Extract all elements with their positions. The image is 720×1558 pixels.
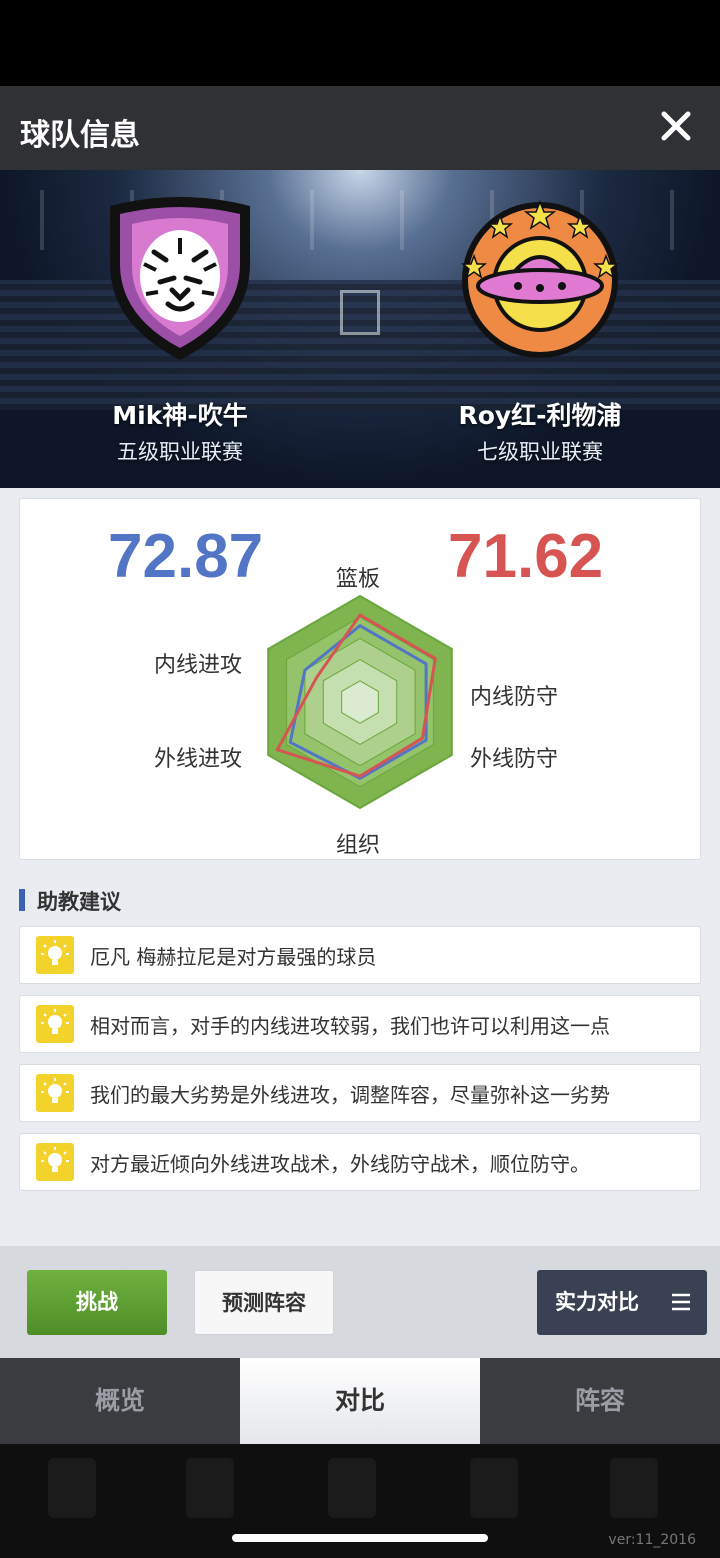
predict-lineup-button[interactable]: 预测阵容 bbox=[194, 1270, 334, 1335]
advice-tip-text: 对方最近倾向外线进攻战术，外线防守战术，顺位防守。 bbox=[90, 1152, 590, 1176]
nav-ghost-icon bbox=[186, 1458, 234, 1518]
compare-content: 72.87 71.62 篮板 内线防守 外线防守 组织 外线进攻 内线进攻 助教… bbox=[0, 488, 720, 1246]
axis-label-perimeter-defense: 外线防守 bbox=[470, 747, 559, 772]
lightbulb-icon bbox=[36, 1143, 74, 1181]
nav-ghost-icon bbox=[610, 1458, 658, 1518]
bottom-nav-background: ver:11_2016 bbox=[0, 1444, 720, 1558]
nav-ghost-icon bbox=[328, 1458, 376, 1518]
tiger-shield-logo bbox=[110, 197, 250, 360]
advice-title: 助教建议 bbox=[19, 886, 121, 916]
action-bar: 挑战 预测阵容 实力对比 bbox=[0, 1246, 720, 1358]
axis-label-inside-offense: 内线进攻 bbox=[154, 653, 243, 678]
axis-label-playmaking: 组织 bbox=[336, 833, 381, 858]
nav-ghost-icon bbox=[48, 1458, 96, 1518]
advice-tip: 对方最近倾向外线进攻战术，外线防守战术，顺位防守。 bbox=[19, 1133, 701, 1191]
home-team-league: 五级职业联赛 bbox=[117, 440, 243, 464]
advice-tip: 厄凡 梅赫拉尼是对方最强的球员 bbox=[19, 926, 701, 984]
tab-bar: 概览 对比 阵容 bbox=[0, 1358, 720, 1444]
version-label: ver:11_2016 bbox=[608, 1532, 696, 1548]
radar-card: 72.87 71.62 篮板 内线防守 外线防守 组织 外线进攻 内线进攻 bbox=[19, 498, 701, 860]
advice-tip: 我们的最大劣势是外线进攻，调整阵容，尽量弥补这一劣势 bbox=[19, 1064, 701, 1122]
status-bar bbox=[0, 0, 720, 86]
advice-tip-text: 相对而言，对手的内线进攻较弱，我们也许可以利用这一点 bbox=[90, 1014, 610, 1038]
nav-ghost-icon bbox=[470, 1458, 518, 1518]
lightbulb-icon bbox=[36, 936, 74, 974]
page-title: 球队信息 bbox=[20, 118, 140, 153]
basketball-hoop bbox=[340, 290, 380, 335]
lightbulb-icon bbox=[36, 1074, 74, 1112]
axis-label-inside-defense: 内线防守 bbox=[470, 685, 559, 710]
tab-overview[interactable]: 概览 bbox=[0, 1358, 240, 1444]
advice-tip-text: 我们的最大劣势是外线进攻，调整阵容，尽量弥补这一劣势 bbox=[90, 1083, 610, 1107]
away-team-name: Roy红-利物浦 bbox=[458, 401, 622, 430]
menu-icon bbox=[672, 1293, 690, 1311]
close-icon[interactable] bbox=[656, 106, 696, 146]
home-score: 72.87 bbox=[108, 522, 264, 591]
ufo-logo bbox=[460, 200, 620, 358]
title-bar: 球队信息 bbox=[0, 86, 720, 170]
radar-chart bbox=[267, 594, 453, 810]
lightbulb-icon bbox=[36, 1005, 74, 1043]
home-indicator[interactable] bbox=[232, 1534, 488, 1542]
advice-tip: 相对而言，对手的内线进攻较弱，我们也许可以利用这一点 bbox=[19, 995, 701, 1053]
tab-lineup[interactable]: 阵容 bbox=[480, 1358, 720, 1444]
away-team-league: 七级职业联赛 bbox=[477, 440, 603, 464]
strength-compare-button[interactable]: 实力对比 bbox=[537, 1270, 707, 1335]
strength-compare-label: 实力对比 bbox=[555, 1290, 639, 1314]
advice-tip-text: 厄凡 梅赫拉尼是对方最强的球员 bbox=[90, 945, 377, 969]
challenge-button[interactable]: 挑战 bbox=[27, 1270, 167, 1335]
axis-label-perimeter-offense: 外线进攻 bbox=[154, 747, 243, 772]
tab-compare[interactable]: 对比 bbox=[240, 1358, 480, 1444]
team-banner: Mik神-吹牛 五级职业联赛 Roy红-利物浦 七级职业联赛 bbox=[0, 170, 720, 488]
home-team-name: Mik神-吹牛 bbox=[112, 401, 248, 430]
away-score: 71.62 bbox=[448, 522, 604, 591]
